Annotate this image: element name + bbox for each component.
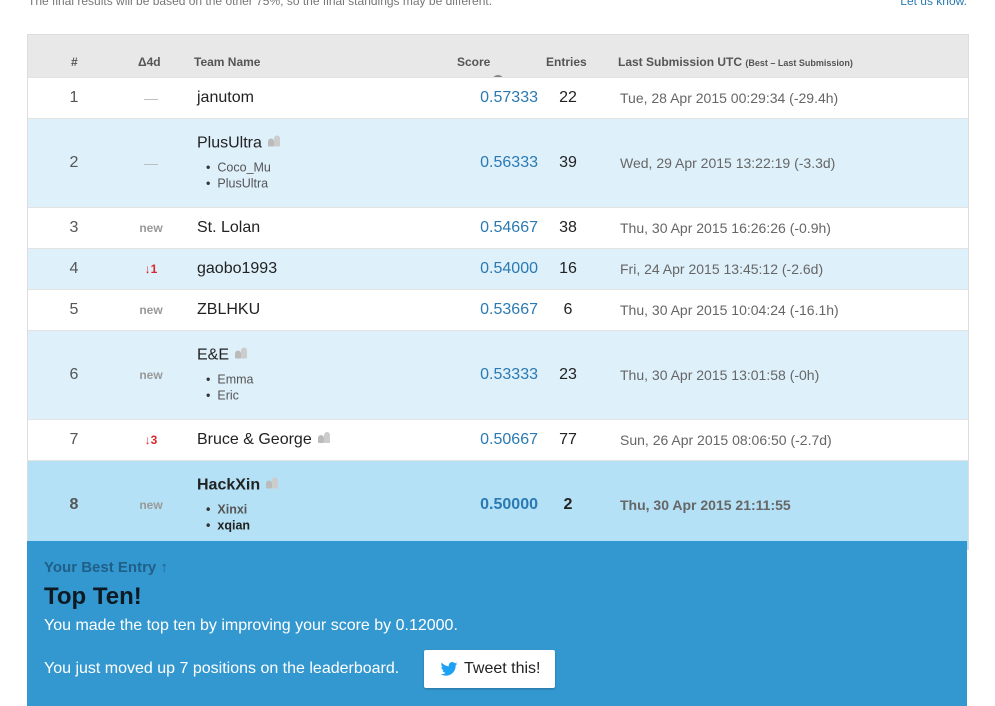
delta: ↓1: [144, 262, 158, 276]
team-icon: [266, 477, 279, 489]
entries: 39: [559, 154, 577, 171]
entries: 6: [563, 301, 573, 318]
member-list: Xinxi xqian: [206, 502, 279, 534]
delta: new: [139, 221, 163, 235]
entries: 77: [559, 431, 577, 448]
entries: 38: [559, 219, 577, 236]
table-row[interactable]: 1 — janutom 0.57333 22 Tue, 28 Apr 2015 …: [28, 77, 968, 118]
table-row-current-team[interactable]: 8 new HackXin Xinxi xqian 0.50000 2 Thu,…: [28, 460, 968, 549]
delta: new: [139, 303, 163, 317]
last-submission: Thu, 30 Apr 2015 13:01:58 (-0h): [620, 367, 820, 383]
score[interactable]: 0.53667: [408, 301, 538, 319]
entries-header[interactable]: Entries: [546, 55, 587, 69]
team-name-label[interactable]: gaobo1993: [197, 260, 277, 277]
last-submission: Thu, 30 Apr 2015 21:11:55: [620, 497, 791, 513]
last-submission-note: (Best – Last Submission): [745, 58, 853, 68]
team-icon: [235, 347, 248, 359]
score[interactable]: 0.50667: [408, 431, 538, 449]
score[interactable]: 0.57333: [408, 89, 538, 107]
table-row[interactable]: 7 ↓3 Bruce & George 0.50667 77 Sun, 26 A…: [28, 419, 968, 460]
score-header[interactable]: Score ?: [457, 55, 505, 87]
table-row[interactable]: 5 new ZBLHKU 0.53667 6 Thu, 30 Apr 2015 …: [28, 289, 968, 330]
team-name[interactable]: janutom: [197, 89, 254, 107]
table-row[interactable]: 4 ↓1 gaobo1993 0.54000 16 Fri, 24 Apr 20…: [28, 248, 968, 289]
tweet-button[interactable]: Tweet this!: [424, 650, 555, 688]
best-entry-banner: Your Best Entry ↑ Top Ten! You made the …: [27, 541, 967, 706]
table-row[interactable]: 3 new St. Lolan 0.54667 38 Thu, 30 Apr 2…: [28, 207, 968, 248]
delta: ↓3: [144, 433, 158, 447]
rank: 3: [69, 219, 79, 236]
team-name[interactable]: ZBLHKU: [197, 301, 260, 319]
banner-improvement-text: You made the top ten by improving your s…: [44, 617, 458, 634]
team-name-label[interactable]: E&E: [197, 347, 229, 364]
delta: —: [144, 155, 158, 171]
tweet-label: Tweet this!: [464, 660, 541, 677]
entries: 23: [559, 366, 577, 383]
rank: 1: [69, 89, 79, 106]
notice-text: The final results will be based on the o…: [28, 0, 493, 8]
rank-header: #: [71, 55, 78, 69]
member-list: Coco_Mu PlusUltra: [206, 160, 281, 192]
member-item[interactable]: Eric: [206, 388, 254, 404]
banner-position-text: You just moved up 7 positions on the lea…: [44, 660, 400, 677]
score[interactable]: 0.50000: [408, 496, 538, 514]
banner-title: Top Ten!: [44, 583, 142, 610]
last-submission: Wed, 29 Apr 2015 13:22:19 (-3.3d): [620, 155, 836, 171]
results-notice: The final results will be based on the o…: [0, 0, 995, 10]
team-name-label[interactable]: St. Lolan: [197, 219, 260, 236]
let-us-know-link[interactable]: Let us know.: [900, 0, 967, 8]
team-name[interactable]: St. Lolan: [197, 219, 260, 237]
delta-header[interactable]: Δ4d: [138, 55, 161, 69]
score[interactable]: 0.56333: [408, 154, 538, 172]
last-submission: Fri, 24 Apr 2015 13:45:12 (-2.6d): [620, 261, 824, 277]
rank: 7: [69, 431, 79, 448]
score-header-label: Score: [457, 55, 491, 69]
score[interactable]: 0.54667: [408, 219, 538, 237]
team-name[interactable]: Bruce & George: [197, 431, 331, 449]
member-item[interactable]: Coco_Mu: [206, 160, 281, 176]
last-submission: Tue, 28 Apr 2015 00:29:34 (-29.4h): [620, 90, 839, 106]
team-name-label[interactable]: HackXin: [197, 477, 260, 494]
last-submission: Sun, 26 Apr 2015 08:06:50 (-2.7d): [620, 432, 832, 448]
rank: 8: [69, 496, 79, 513]
table-row[interactable]: 2 — PlusUltra Coco_Mu PlusUltra 0.56333 …: [28, 118, 968, 207]
team-name[interactable]: gaobo1993: [197, 260, 277, 278]
last-submission: Thu, 30 Apr 2015 16:26:26 (-0.9h): [620, 220, 831, 236]
rank: 5: [69, 301, 79, 318]
team-name-label[interactable]: ZBLHKU: [197, 301, 260, 318]
best-entry-kicker[interactable]: Your Best Entry ↑: [44, 559, 168, 576]
entries: 16: [559, 260, 577, 277]
rank: 6: [69, 366, 79, 383]
entries: 22: [559, 89, 577, 106]
rank: 2: [69, 154, 79, 171]
twitter-bird-icon: [440, 662, 458, 676]
last-submission-header[interactable]: Last Submission UTC (Best – Last Submiss…: [618, 55, 853, 69]
member-item[interactable]: PlusUltra: [206, 176, 281, 192]
team-name-label[interactable]: janutom: [197, 89, 254, 106]
team-name-header[interactable]: Team Name: [194, 55, 260, 69]
team-name-label[interactable]: Bruce & George: [197, 431, 312, 448]
delta: —: [144, 90, 158, 106]
table-header: # Δ4d Team Name Score ? Entries Last Sub…: [28, 35, 968, 87]
leaderboard-table: # Δ4d Team Name Score ? Entries Last Sub…: [27, 34, 969, 550]
team-name[interactable]: HackXin Xinxi xqian: [197, 477, 279, 534]
team-name-label[interactable]: PlusUltra: [197, 135, 262, 152]
rank: 4: [69, 260, 79, 277]
team-icon: [267, 135, 281, 147]
score[interactable]: 0.53333: [408, 366, 538, 384]
last-submission-label: Last Submission UTC: [618, 55, 743, 69]
delta: new: [139, 498, 163, 512]
delta: new: [139, 368, 163, 382]
member-item[interactable]: xqian: [206, 518, 279, 534]
team-icon: [317, 432, 331, 443]
entries: 2: [563, 496, 573, 513]
score[interactable]: 0.54000: [408, 260, 538, 278]
team-name[interactable]: E&E Emma Eric: [197, 347, 254, 404]
table-row[interactable]: 6 new E&E Emma Eric 0.53333 23 Thu, 30 A…: [28, 330, 968, 419]
last-submission: Thu, 30 Apr 2015 10:04:24 (-16.1h): [620, 302, 839, 318]
member-list: Emma Eric: [206, 372, 254, 404]
member-item[interactable]: Xinxi: [206, 502, 279, 518]
team-name[interactable]: PlusUltra Coco_Mu PlusUltra: [197, 135, 281, 192]
member-item[interactable]: Emma: [206, 372, 253, 388]
